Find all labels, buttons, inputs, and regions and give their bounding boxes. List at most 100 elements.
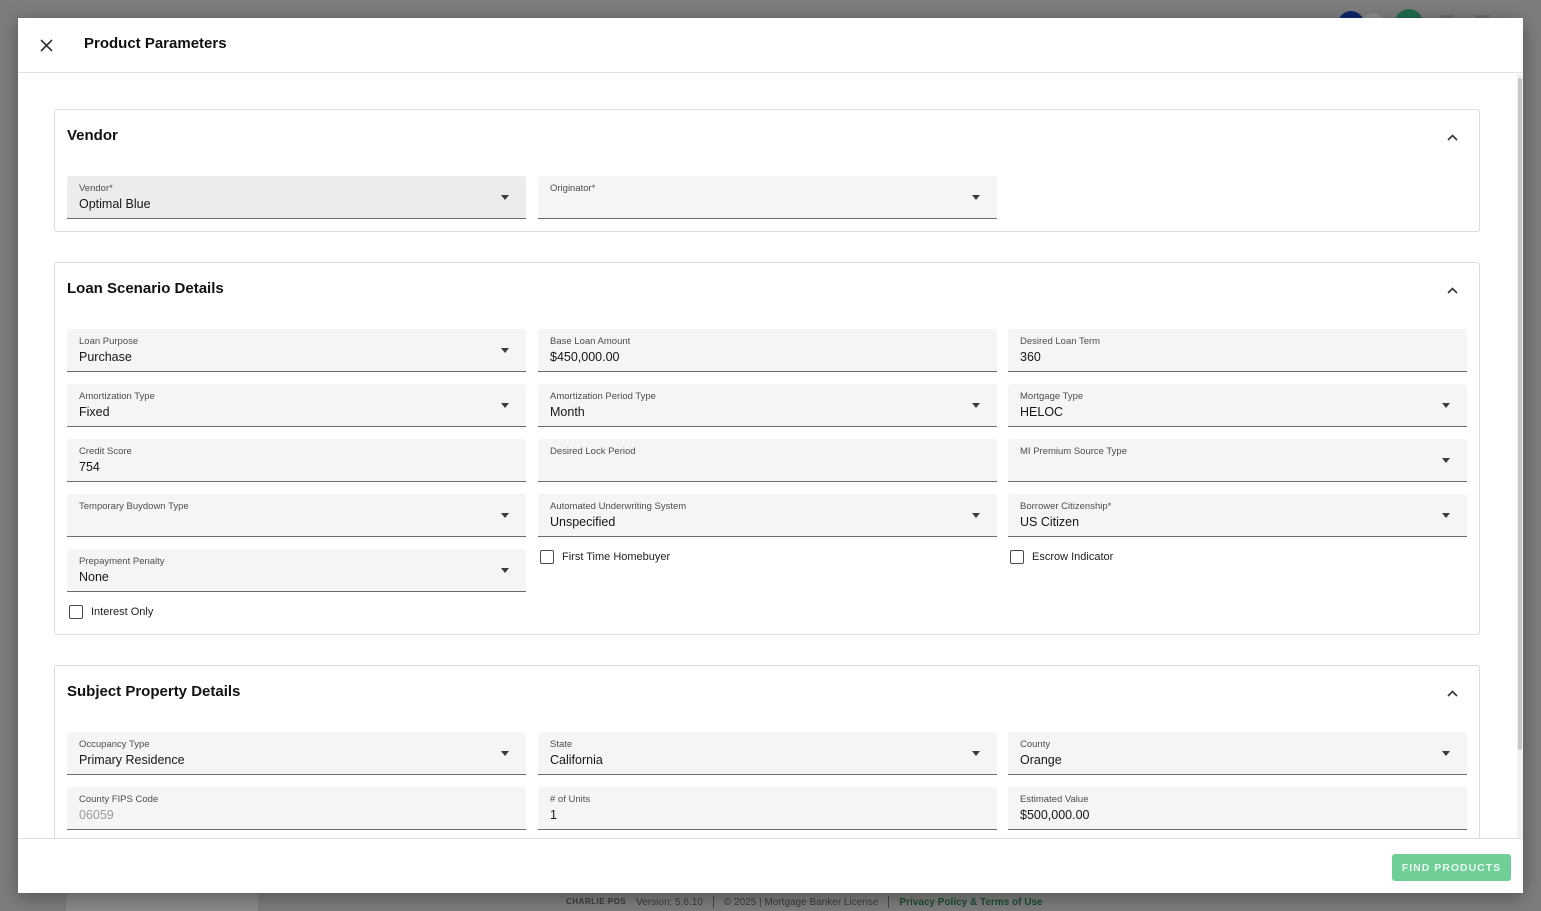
num-units-input[interactable]: # of Units 1 [538,787,997,830]
checkbox-label: First Time Homebuyer [562,551,671,563]
footer-divider [888,896,890,908]
find-products-button[interactable]: FIND PRODUCTS [1392,854,1511,881]
field-label: Vendor* [79,183,113,194]
footer-copyright: © 2025 | Mortgage Banker License [723,896,879,908]
caret-down-icon [501,348,509,353]
caret-down-icon [501,513,509,518]
field-value: 06059 [79,808,114,822]
amortization-type-select[interactable]: Amortization Type Fixed [67,384,526,427]
estimated-value-input[interactable]: Estimated Value $500,000.00 [1008,787,1467,830]
field-value: Month [550,405,585,419]
first-time-homebuyer-checkbox[interactable]: First Time Homebuyer [540,550,670,564]
footer-logo: CHARLIE POS [566,897,627,906]
field-label: Borrower Citizenship* [1020,501,1112,512]
section-title: Loan Scenario Details [67,280,224,297]
field-value: Unspecified [550,515,616,529]
field-label: # of Units [550,794,591,805]
temporary-buydown-type-select[interactable]: Temporary Buydown Type [67,494,526,537]
field-label: Desired Lock Period [550,446,636,457]
field-value: California [550,753,603,767]
base-loan-amount-input[interactable]: Base Loan Amount $450,000.00 [538,329,997,372]
collapse-property-button[interactable] [1443,684,1461,702]
footer-divider [712,896,714,908]
desired-lock-period-input[interactable]: Desired Lock Period [538,439,997,482]
field-label: Amortization Period Type [550,391,656,402]
field-value: $500,000.00 [1020,808,1090,822]
caret-down-icon [501,195,509,200]
caret-down-icon [501,751,509,756]
caret-down-icon [1442,751,1450,756]
borrower-citizenship-select[interactable]: Borrower Citizenship* US Citizen [1008,494,1467,537]
field-label: Base Loan Amount [550,336,631,347]
field-label: Temporary Buydown Type [79,501,189,512]
field-value: None [79,570,109,584]
close-icon [39,38,53,52]
automated-underwriting-system-select[interactable]: Automated Underwriting System Unspecifie… [538,494,997,537]
prepayment-penalty-select[interactable]: Prepayment Penalty None [67,549,526,592]
checkbox-box[interactable] [1010,550,1024,564]
vendor-select[interactable]: Vendor* Optimal Blue [67,176,526,219]
modal-scrollbar-thumb[interactable] [1518,78,1522,750]
mi-premium-source-type-select[interactable]: MI Premium Source Type [1008,439,1467,482]
chevron-up-icon [1446,689,1458,697]
footer-version: Version: 5.6.10 [636,896,703,908]
originator-select[interactable]: Originator* [538,176,997,219]
field-label: Mortgage Type [1020,391,1084,402]
county-fips-code-input[interactable]: County FIPS Code 06059 [67,787,526,830]
modal-title: Product Parameters [84,35,227,52]
amortization-period-type-select[interactable]: Amortization Period Type Month [538,384,997,427]
checkbox-box[interactable] [69,605,83,619]
vendor-section: Vendor Vendor* Optimal Blue Originator* [54,109,1480,232]
field-label: Automated Underwriting System [550,501,687,512]
caret-down-icon [972,403,980,408]
section-title: Vendor [67,127,118,144]
chevron-up-icon [1446,286,1458,294]
field-label: Occupancy Type [79,739,150,750]
county-select[interactable]: County Orange [1008,732,1467,775]
modal-body: Vendor Vendor* Optimal Blue Originator* … [18,74,1523,838]
field-value: 754 [79,460,100,474]
checkbox-label: Escrow Indicator [1032,551,1114,563]
privacy-link[interactable]: Privacy Policy & Terms of Use [899,897,1042,908]
checkbox-box[interactable] [540,550,554,564]
caret-down-icon [1442,458,1450,463]
field-label: Originator* [550,183,596,194]
field-label: County FIPS Code [79,794,159,805]
field-label: County [1020,739,1051,750]
field-value: 1 [550,808,557,822]
credit-score-input[interactable]: Credit Score 754 [67,439,526,482]
caret-down-icon [972,751,980,756]
field-value: Purchase [79,350,132,364]
field-label: Loan Purpose [79,336,139,347]
field-value: 360 [1020,350,1041,364]
caret-down-icon [1442,513,1450,518]
subject-property-section: Subject Property Details Occupancy Type … [54,665,1480,838]
collapse-vendor-button[interactable] [1443,128,1461,146]
occupancy-type-select[interactable]: Occupancy Type Primary Residence [67,732,526,775]
caret-down-icon [972,513,980,518]
loan-purpose-select[interactable]: Loan Purpose Purchase [67,329,526,372]
field-value: Primary Residence [79,753,185,767]
mortgage-type-select[interactable]: Mortgage Type HELOC [1008,384,1467,427]
interest-only-checkbox[interactable]: Interest Only [69,605,153,619]
field-value: Fixed [79,405,110,419]
collapse-loan-button[interactable] [1443,281,1461,299]
modal-header: Product Parameters [18,18,1523,73]
close-button[interactable] [35,34,57,56]
field-label: Credit Score [79,446,132,457]
field-label: Estimated Value [1020,794,1089,805]
field-value: Optimal Blue [79,197,151,211]
modal-footer: FIND PRODUCTS [18,838,1523,893]
caret-down-icon [501,403,509,408]
chevron-up-icon [1446,133,1458,141]
field-value: $450,000.00 [550,350,620,364]
state-select[interactable]: State California [538,732,997,775]
escrow-indicator-checkbox[interactable]: Escrow Indicator [1010,550,1113,564]
checkbox-label: Interest Only [91,606,154,618]
section-title: Subject Property Details [67,683,241,700]
desired-loan-term-input[interactable]: Desired Loan Term 360 [1008,329,1467,372]
field-label: Prepayment Penalty [79,556,165,567]
field-value: HELOC [1020,405,1064,419]
loan-scenario-section: Loan Scenario Details Loan Purpose Purch… [54,262,1480,635]
field-value: Orange [1020,753,1062,767]
